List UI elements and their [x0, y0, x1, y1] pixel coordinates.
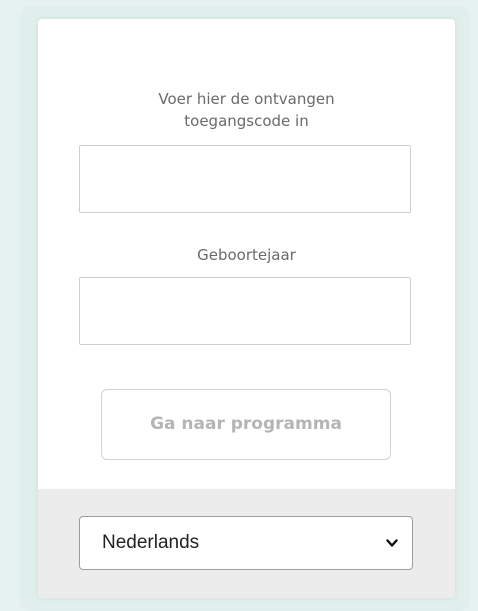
birth-year-input[interactable]: [79, 277, 411, 345]
access-code-input[interactable]: [79, 145, 411, 213]
access-code-label-line1: Voer hier de ontvangen: [158, 90, 335, 108]
login-card: Voer hier de ontvangen toegangscode in G…: [38, 19, 455, 598]
footer-panel: Nederlands: [38, 489, 455, 598]
chevron-down-icon: [386, 539, 398, 547]
birth-year-label: Geboortejaar: [197, 246, 296, 264]
language-select-value: Nederlands: [102, 532, 200, 553]
go-to-program-button[interactable]: Ga naar programma: [101, 389, 391, 460]
access-code-label-line2: toegangscode in: [184, 112, 309, 130]
language-select[interactable]: Nederlands: [79, 516, 413, 570]
access-code-label: Voer hier de ontvangen toegangscode in: [38, 88, 455, 132]
